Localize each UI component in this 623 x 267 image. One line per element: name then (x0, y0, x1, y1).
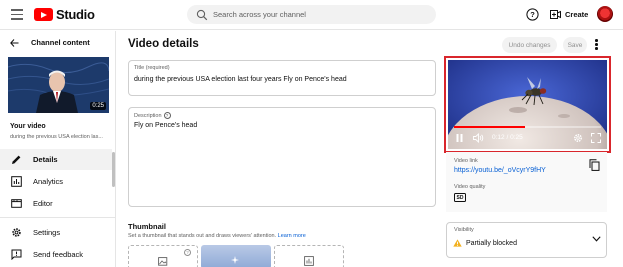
undo-changes-button[interactable]: Undo changes (502, 37, 557, 53)
title-label-text: Title (required) (134, 65, 170, 71)
create-button[interactable]: Create (545, 5, 593, 24)
sidebar-item-label: Analytics (33, 177, 64, 186)
video-thumbnail[interactable]: 0:25 (8, 57, 109, 113)
visibility-value: Partially blocked (466, 240, 517, 247)
test-compare-thumbnail-button[interactable] (274, 245, 344, 267)
description-input[interactable]: Fly on Pence's head (134, 122, 197, 129)
sidebar-item-editor[interactable]: Editor (0, 193, 112, 214)
volume-icon[interactable] (473, 133, 484, 143)
thumbnail-subtitle: Set a thumbnail that stands out and draw… (128, 233, 306, 239)
description-label-text: Description (134, 112, 162, 119)
sidebar: Channel content 0:25 Your video during t… (0, 31, 116, 267)
sidebar-item-label: Settings (33, 228, 61, 237)
sidebar-item-settings[interactable]: Settings (0, 222, 112, 243)
thumbnail-heading: Thumbnail (128, 222, 166, 231)
help-icon[interactable]: ? (184, 249, 191, 256)
video-quality-label: Video quality (454, 184, 486, 190)
pause-icon[interactable] (456, 134, 463, 142)
back-arrow-icon[interactable] (10, 38, 19, 47)
sd-quality-badge: SD (454, 193, 466, 202)
page-title: Video details (128, 38, 199, 50)
channel-content-back[interactable]: Channel content (10, 38, 90, 47)
your-video-title: during the previous USA election las... (10, 134, 103, 140)
thumbnail-duration: 0:25 (90, 102, 106, 110)
sidebar-item-details[interactable]: Details (0, 149, 112, 170)
player-controls: 0:12 / 0:25 (448, 132, 607, 144)
sidebar-item-send-feedback[interactable]: Send feedback (0, 244, 112, 265)
save-button[interactable]: Save (563, 37, 587, 53)
search-icon[interactable] (196, 9, 208, 21)
help-icon[interactable]: ? (526, 8, 539, 21)
menu-icon[interactable] (11, 9, 23, 20)
video-progress-fill (454, 126, 525, 128)
editor-icon (11, 199, 22, 208)
avatar[interactable] (597, 6, 613, 22)
sidebar-item-label: Send feedback (33, 250, 84, 259)
video-link[interactable]: https://youtu.be/_oVcyrY9fHY (454, 167, 546, 174)
learn-more-link[interactable]: Learn more (278, 233, 306, 239)
warning-icon (453, 239, 462, 247)
thumbnail-subtitle-text: Set a thumbnail that stands out and draw… (128, 233, 277, 239)
copy-icon[interactable] (589, 159, 600, 171)
more-options-icon[interactable] (595, 39, 599, 50)
studio-logo[interactable]: Studio (34, 7, 95, 22)
description-field-label: Description ? (134, 112, 171, 119)
logo-text: Studio (56, 7, 95, 22)
create-video-icon (550, 10, 561, 19)
title-input[interactable]: during the previous USA election last fo… (134, 76, 347, 83)
video-link-label: Video link (454, 158, 478, 164)
search-input[interactable] (213, 10, 423, 19)
auto-thumbnail-icon (231, 256, 239, 264)
sidebar-item-label: Editor (33, 199, 53, 208)
fullscreen-icon[interactable] (591, 133, 601, 143)
sidebar-item-analytics[interactable]: Analytics (0, 171, 112, 192)
ab-test-icon (304, 256, 314, 266)
title-field[interactable]: Title (required) during the previous USA… (128, 60, 436, 96)
video-player-highlight: 0:12 / 0:25 (444, 56, 611, 153)
description-field[interactable]: Description ? Fly on Pence's head (128, 107, 436, 207)
settings-gear-icon[interactable] (573, 133, 583, 143)
pencil-icon (12, 155, 21, 164)
help-icon[interactable]: ? (163, 112, 171, 119)
image-upload-icon (158, 257, 168, 266)
sidebar-divider (0, 217, 115, 218)
video-progress-bar[interactable] (454, 126, 601, 128)
top-bar: Studio ? Create (0, 0, 623, 30)
video-info-panel: Video link https://youtu.be/_oVcyrY9fHY … (446, 152, 607, 212)
sidebar-scrollbar[interactable] (112, 152, 115, 187)
search-bar[interactable] (187, 5, 436, 24)
youtube-logo-icon (34, 8, 53, 21)
sidebar-item-label: Details (33, 155, 58, 164)
visibility-label: Visibility (454, 227, 474, 233)
video-player[interactable]: 0:12 / 0:25 (448, 60, 607, 149)
gear-icon (12, 228, 21, 237)
feedback-icon (11, 249, 22, 260)
analytics-icon (11, 176, 22, 187)
svg-text:?: ? (530, 10, 535, 19)
playback-time: 0:12 / 0:25 (492, 134, 523, 141)
your-video-label: Your video (10, 123, 46, 130)
channel-content-label: Channel content (31, 38, 90, 47)
chevron-down-icon[interactable] (592, 236, 601, 242)
title-field-label: Title (required) (134, 65, 170, 71)
visibility-dropdown[interactable]: Visibility Partially blocked (446, 222, 607, 258)
auto-thumbnail-option[interactable] (201, 245, 271, 267)
create-label: Create (565, 10, 589, 19)
